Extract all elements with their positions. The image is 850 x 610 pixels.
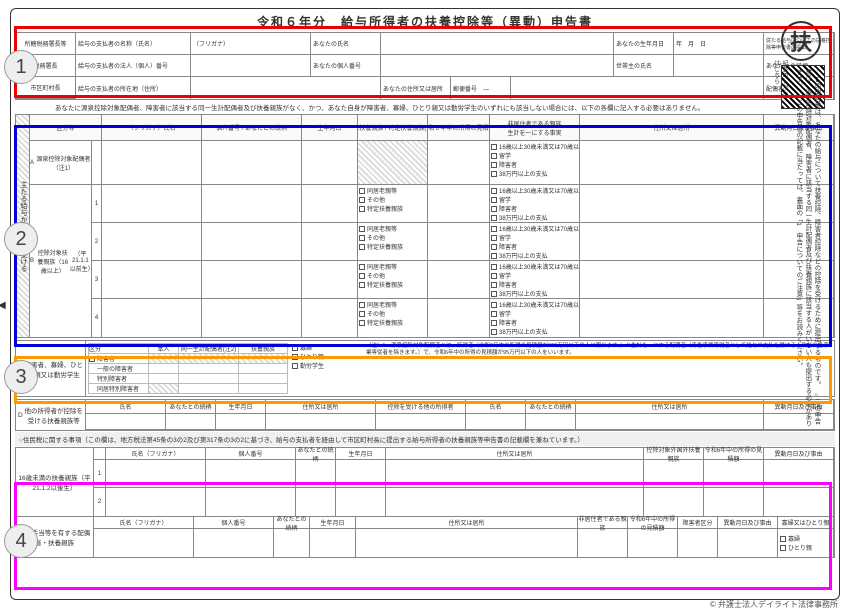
copyright: © 弁護士法人デイライト法律事務所 — [710, 599, 838, 610]
qr-caption: 記載のしかたはこちら — [771, 60, 788, 100]
s1r0-r3[interactable]: 年 月 日 — [674, 33, 764, 54]
s2-header: 区分等 （フリガナ）氏名 個人番号 / あなたとの続柄 生年月日 老人扶養親族 … — [30, 115, 834, 141]
left-arrow-icon: ◀ — [0, 300, 6, 311]
form-page: 令和６年分 給与所得者の扶養控除等（異動）申告書 扶 所轄税務署長等 税務署長 … — [10, 8, 840, 600]
side-instructions: ○この申告書は、あなたの給与について扶養控除、障害者控除などの控除を受けるために… — [794, 69, 821, 429]
marker-2: 2 — [4, 222, 38, 256]
note-1: あなたに源泉控除対象配偶者、障害者に該当する同一生計配偶者及び扶養親族がなく、か… — [15, 102, 835, 112]
marker-3: 3 — [4, 360, 38, 394]
section-D: D 他の所得者が控除を受ける扶養親族等 氏名 あなたとの続柄 生年月日 住所又は… — [15, 399, 835, 431]
s1r0-r1: あなたの氏名 — [311, 33, 381, 54]
form-title: 令和６年分 給与所得者の扶養控除等（異動）申告書 — [15, 13, 835, 30]
section-3: C 障害者、寡婦、ひとり親又は勤労学生 区分本人同一生計配偶者(注2)扶養親族 … — [15, 340, 835, 397]
s1r0-r2: あなたの生年月日 — [614, 33, 674, 54]
s1r1-r2: 世帯主の氏名 — [614, 55, 674, 76]
s2-row-B1: B 控除対象扶養親族（16歳以上）（平21.1.1以前生） 1 同居老親等その他… — [30, 185, 834, 223]
s1r0-lab: 給与の支払者の名称（氏名） — [76, 33, 191, 54]
s1r1-mynum[interactable] — [381, 55, 614, 76]
marker-4: 4 — [4, 524, 38, 558]
section-2: 主たる給与から控除を受ける 区分等 （フリガナ）氏名 個人番号 / あなたとの続… — [15, 114, 835, 338]
section-4b: 退職手当等を有する配偶者・扶養親族 氏名（フリガナ） 個人番号 あなたとの続柄 … — [15, 517, 835, 558]
s1r1-corpnum[interactable] — [191, 55, 311, 76]
s1r2-lab: 給与の支払者の所在地（住所） — [76, 77, 191, 99]
s1r1-head[interactable] — [674, 55, 764, 76]
s1r2-r1: あなたの住所又は居所 — [381, 77, 451, 99]
s1r2-addr2[interactable] — [511, 77, 764, 99]
s1r1-lab: 給与の支払者の法人（個人）番号 — [76, 55, 191, 76]
s1r0-mid[interactable]: （フリガナ） — [191, 33, 311, 54]
s2-row-A: A 源泉控除対象配偶者（注1） 16歳以上30歳未満又は70歳以上留学障害者38… — [30, 141, 834, 185]
s1r1-r1: あなたの個人番号 — [311, 55, 381, 76]
fu-badge: 扶 — [781, 21, 821, 61]
s1r0-name-field[interactable] — [381, 33, 614, 54]
section-4a: 16歳未満の扶養親族（平21.1.2以後生） 氏名（フリガナ） 個人番号 あなた… — [15, 447, 835, 517]
s1r2-addr1[interactable] — [191, 77, 381, 99]
s1-main: 給与の支払者の名称（氏名） （フリガナ） あなたの氏名 あなたの生年月日 年 月… — [76, 33, 834, 99]
s1r2-r2[interactable]: 郵便番号 ― — [451, 77, 511, 99]
section-1: 所轄税務署長等 税務署長 市区町村長 給与の支払者の名称（氏名） （フリガナ） … — [15, 32, 835, 100]
marker-1: 1 — [4, 50, 38, 84]
